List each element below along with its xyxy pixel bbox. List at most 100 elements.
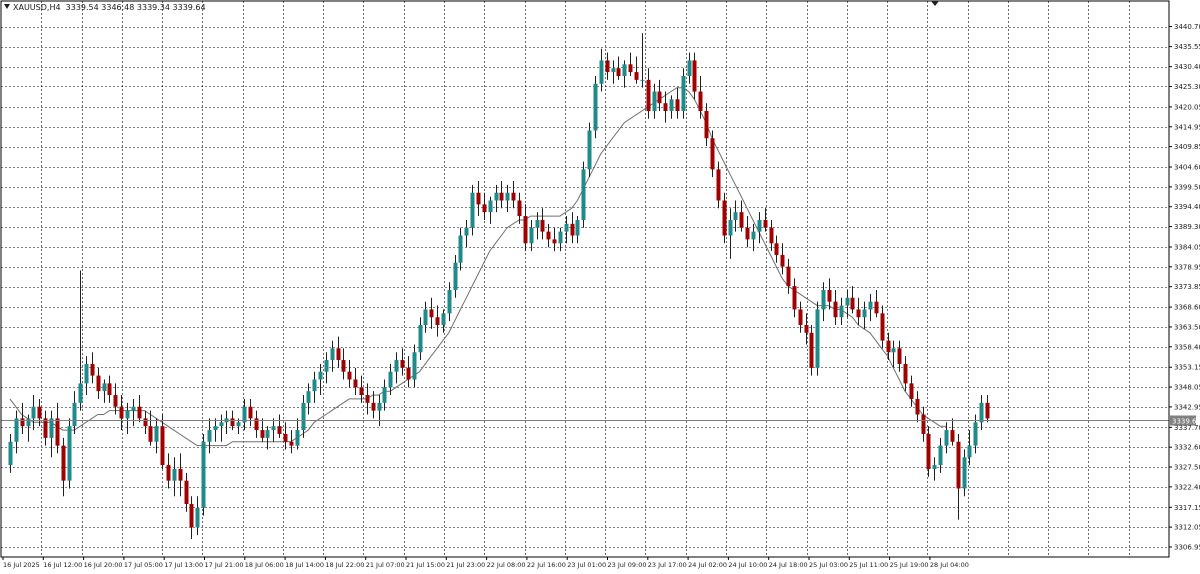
candle-bear [716, 169, 721, 201]
candle-bull [14, 418, 19, 442]
candle-bull [979, 402, 984, 423]
candle-bull [382, 387, 387, 403]
candle-bull [31, 406, 36, 419]
candle-bull [172, 468, 177, 481]
chart-shift-icon[interactable] [931, 1, 939, 6]
candle-bull [441, 313, 446, 326]
candle-bear [283, 433, 288, 442]
y-tick-label: 3389.30 [1174, 223, 1200, 231]
candle-bear [722, 200, 727, 236]
price-axis[interactable]: 3440.70 3435.55 3430.40 3425.30 3420.05 3414.… [1169, 23, 1200, 551]
candle-bull [458, 235, 463, 263]
candle-bear [336, 348, 341, 361]
candle-bear [833, 301, 838, 318]
x-tick-label: 16 Jul 20:00 [84, 561, 123, 569]
candle-bear [786, 266, 791, 287]
candle-bull [125, 410, 130, 419]
x-tick-label: 21 Jul 15:00 [406, 561, 445, 569]
candle-bull [681, 75, 686, 112]
y-tick-label: 3440.70 [1174, 23, 1200, 31]
candle-bull [423, 309, 428, 326]
x-tick-label: 21 Jul 23:00 [446, 561, 485, 569]
candle-bull [652, 91, 657, 112]
x-tick-label: 24 Jul 02:00 [688, 561, 727, 569]
candle-bull [72, 402, 77, 427]
y-tick-label: 3373.85 [1174, 283, 1200, 291]
dropdown-triangle-icon[interactable] [4, 4, 10, 9]
candle-bear [921, 414, 926, 434]
candle-bull [815, 309, 820, 368]
x-tick-label: 24 Jul 18:00 [769, 561, 808, 569]
x-tick-label: 23 Jul 01:00 [567, 561, 606, 569]
candle-bear [616, 68, 621, 76]
candle-bull [687, 60, 692, 76]
candle-bull [67, 426, 72, 481]
candle-bear [605, 60, 610, 73]
candle-bull [821, 289, 826, 310]
candle-bull [529, 227, 534, 244]
x-tick-label: 25 Jul 11:00 [849, 561, 888, 569]
x-tick-label: 17 Jul 05:00 [124, 561, 163, 569]
candle-bull [470, 192, 475, 228]
candle-bull [862, 309, 867, 318]
candle-bull [394, 360, 399, 372]
candle-bear [874, 301, 879, 314]
candle-bull [154, 426, 159, 442]
candle-bull [418, 325, 423, 353]
candle-bull [207, 430, 212, 442]
candle-bear [909, 383, 914, 399]
candle-bull [938, 445, 943, 466]
candle-bull [312, 379, 317, 392]
candle-bull [669, 99, 674, 112]
candle-bull [219, 422, 224, 427]
candle-bull [236, 422, 241, 427]
symbol-timeframe: XAUUSD,H4 [13, 3, 61, 12]
candle-bear [769, 227, 774, 244]
y-tick-label: 3312.05 [1174, 524, 1200, 532]
candle-bear [178, 468, 183, 481]
candle-bear [365, 395, 370, 403]
candle-bear [499, 192, 504, 201]
candle-bull [201, 441, 206, 508]
candle-bear [798, 309, 803, 326]
candle-bull [488, 200, 493, 213]
candle-bear [698, 91, 703, 112]
candle-bear [956, 441, 961, 489]
candle-bear [511, 192, 516, 201]
candle-bull [464, 227, 469, 236]
candle-bear [55, 418, 60, 446]
candle-bull [377, 402, 382, 411]
candle-bear [43, 418, 48, 438]
y-tick-label: 3394.40 [1174, 203, 1200, 211]
candle-bull [213, 426, 218, 431]
x-tick-label: 17 Jul 13:00 [164, 561, 203, 569]
x-tick-label: 18 Jul 22:00 [325, 561, 364, 569]
candle-bear [435, 317, 440, 326]
candle-bear [371, 402, 376, 411]
candle-bear [540, 219, 545, 232]
candle-bull [593, 83, 598, 131]
candle-bear [160, 426, 165, 466]
candle-bull [640, 79, 645, 81]
candle-bear [189, 504, 194, 528]
candle-bull [757, 219, 762, 232]
candle-bear [926, 433, 931, 469]
x-tick-label: 16 Jul 2025 [3, 561, 40, 569]
candle-bear [406, 367, 411, 380]
chart-window[interactable]: 3339.64 3440.703435.553430.403425.303420… [0, 0, 1200, 574]
candle-bear [143, 418, 148, 427]
candlestick-chart[interactable]: 3339.64 3440.703435.553430.403425.303420… [0, 0, 1200, 574]
candle-bear [915, 398, 920, 415]
candle-bear [248, 406, 253, 419]
candle-bear [704, 111, 709, 139]
candle-bear [827, 289, 832, 302]
time-axis[interactable]: 16 Jul 2025 16 Jul 12:00 16 Jul 20:00 17 Ju… [2, 557, 969, 569]
candle-bull [944, 430, 949, 446]
x-tick-label: 23 Jul 17:00 [648, 561, 687, 569]
y-tick-label: 3435.55 [1174, 43, 1200, 51]
candle-bull [84, 363, 89, 384]
y-tick-label: 3368.60 [1174, 304, 1200, 312]
candle-bear [628, 64, 633, 73]
y-tick-label: 3399.50 [1174, 183, 1200, 191]
candle-bear [634, 72, 639, 80]
